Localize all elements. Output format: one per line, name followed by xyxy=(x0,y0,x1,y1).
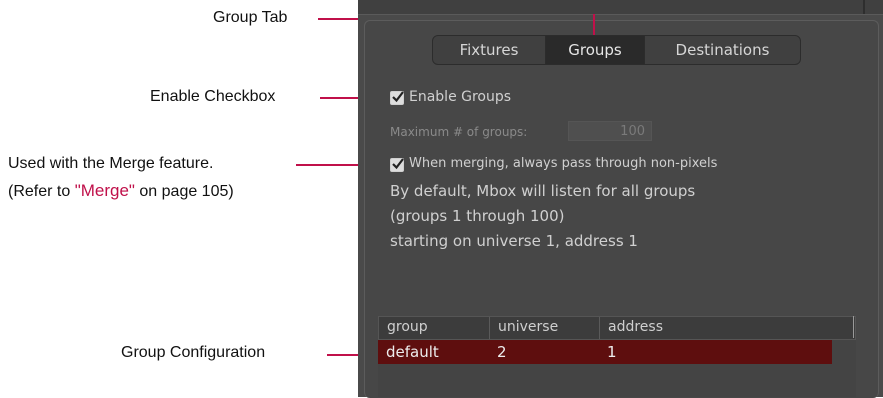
cell-universe: 2 xyxy=(497,343,507,361)
column-header-group[interactable]: group xyxy=(379,317,490,339)
cell-group: default xyxy=(386,343,439,361)
pass-through-checkbox[interactable] xyxy=(390,158,404,172)
column-header-universe[interactable]: universe xyxy=(490,317,600,339)
max-groups-label: Maximum # of groups: xyxy=(390,125,528,139)
panel-header-strip xyxy=(358,0,883,15)
cell-address: 1 xyxy=(607,343,617,361)
info-line-3: starting on universe 1, address 1 xyxy=(390,232,638,250)
tab-bar: Fixtures Groups Destinations xyxy=(432,35,801,65)
tab-fixtures[interactable]: Fixtures xyxy=(433,36,546,64)
callout-group-tab: Group Tab xyxy=(213,9,288,26)
enable-groups-label: Enable Groups xyxy=(409,89,512,105)
column-header-address[interactable]: address xyxy=(600,317,855,339)
info-line-1: By default, Mbox will listen for all gro… xyxy=(390,182,696,200)
callout-merge-line1: Used with the Merge feature. xyxy=(8,155,214,172)
pass-through-label: When merging, always pass through non-pi… xyxy=(409,156,718,171)
tab-destinations[interactable]: Destinations xyxy=(645,36,800,64)
callout-merge-line2: (Refer to "Merge" on page 105) xyxy=(8,181,234,201)
enable-groups-checkbox[interactable] xyxy=(390,91,404,105)
merge-ref-prefix: (Refer to xyxy=(8,183,75,200)
merge-link[interactable]: "Merge" xyxy=(75,181,135,200)
callout-group-configuration: Group Configuration xyxy=(121,344,266,361)
group-table: group universe address default 2 1 xyxy=(378,316,856,397)
max-groups-field[interactable]: 100 xyxy=(568,121,652,141)
panel-divider xyxy=(863,0,865,14)
tab-groups[interactable]: Groups xyxy=(546,36,645,64)
info-line-2: (groups 1 through 100) xyxy=(390,207,565,225)
checkmark-icon xyxy=(392,158,404,170)
table-row[interactable]: default 2 1 xyxy=(378,340,832,364)
callout-enable-checkbox: Enable Checkbox xyxy=(150,88,276,105)
table-header: group universe address xyxy=(378,316,856,340)
merge-ref-suffix: on page 105) xyxy=(134,183,234,200)
checkmark-icon xyxy=(392,91,404,103)
header-resize-handle[interactable] xyxy=(853,316,854,338)
